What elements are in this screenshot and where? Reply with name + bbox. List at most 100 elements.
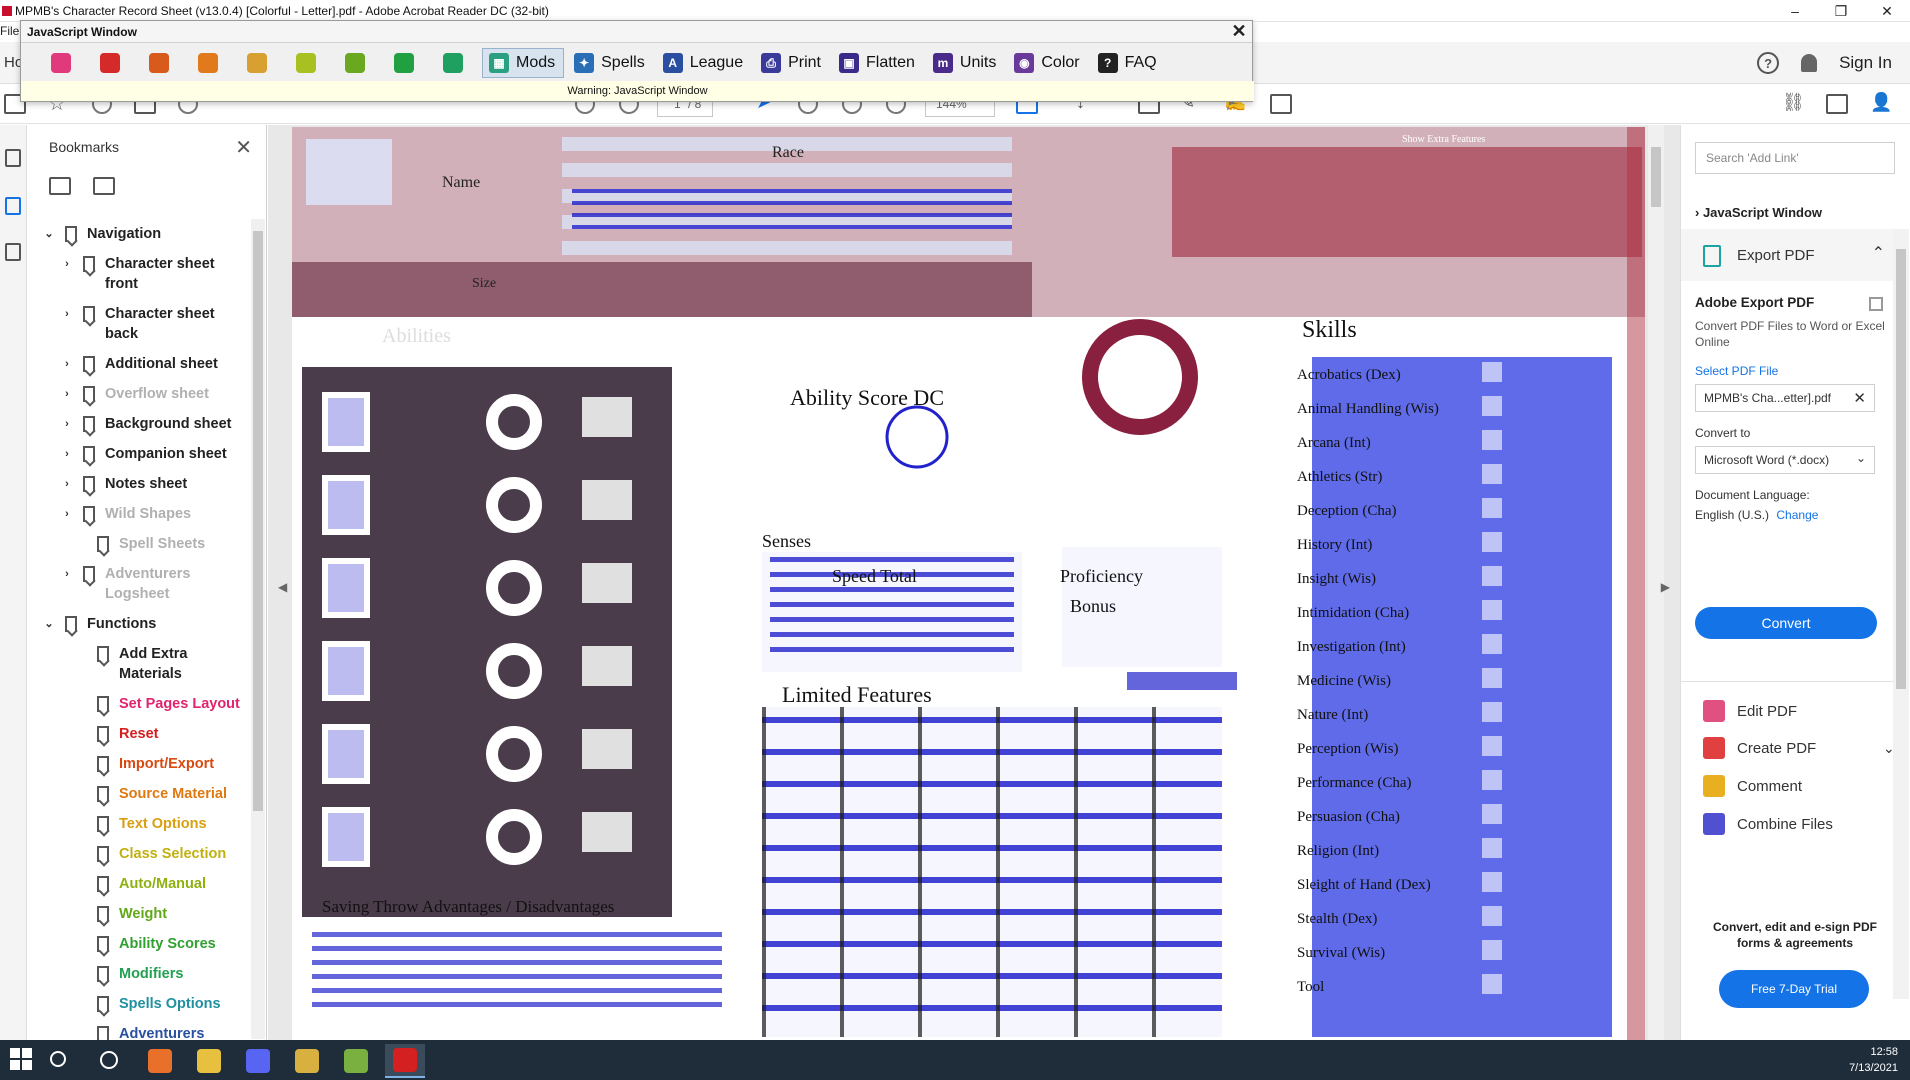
collapse-right-panel-icon[interactable]: ▶	[1661, 580, 1670, 594]
bookmark-background-sheet[interactable]: › Background sheet	[27, 409, 249, 439]
tool-combine-files[interactable]: Combine Files	[1703, 813, 1833, 835]
fill-sign-icon[interactable]	[1270, 94, 1292, 114]
menu-file[interactable]: File	[0, 24, 19, 38]
chevron-right-icon[interactable]: ›	[59, 384, 75, 404]
abc-button[interactable]	[237, 48, 277, 78]
bookmark-character-sheet-back[interactable]: › Character sheet back	[27, 299, 249, 349]
scale-button[interactable]	[384, 48, 424, 78]
bookmark-add-extra-materials[interactable]: ›Add Extra Materials	[27, 639, 249, 689]
tool-edit-pdf[interactable]: Edit PDF	[1703, 700, 1797, 722]
javascript-window-link[interactable]: › JavaScript Window	[1695, 205, 1822, 220]
chevron-down-icon[interactable]: ⌄	[41, 614, 57, 634]
export-pdf-header[interactable]: Export PDF ⌃	[1681, 229, 1893, 281]
javascript-window-close-button[interactable]: ✕	[1230, 22, 1248, 40]
new-bookmark-icon[interactable]	[93, 177, 115, 195]
close-window-button[interactable]: ✕	[1864, 0, 1910, 22]
taskbar-notepad-plus-button[interactable]	[336, 1044, 376, 1078]
bookmark-overflow-sheet[interactable]: › Overflow sheet	[27, 379, 249, 409]
windows-start-icon[interactable]	[10, 1048, 34, 1072]
mods-button[interactable]: ▦ Mods	[482, 48, 565, 78]
faq-button[interactable]: ? FAQ	[1092, 48, 1165, 78]
collapse-left-panel-icon[interactable]: ◀	[278, 580, 287, 594]
bookmark-source-material[interactable]: ›Source Material	[27, 779, 249, 809]
minimize-button[interactable]: –	[1772, 0, 1818, 22]
free-trial-button[interactable]: Free 7-Day Trial	[1719, 970, 1869, 1008]
taskbar-firefox-button[interactable]	[140, 1044, 180, 1078]
bookmarks-scroll-thumb[interactable]	[253, 231, 263, 811]
bell-icon[interactable]	[1801, 54, 1818, 72]
bookmark-reset[interactable]: ›Reset	[27, 719, 249, 749]
change-language-link[interactable]: Change	[1776, 508, 1818, 522]
bookmark-notes-sheet[interactable]: › Notes sheet	[27, 469, 249, 499]
ruler-button[interactable]	[335, 48, 375, 78]
right-panel-scroll-thumb[interactable]	[1896, 249, 1906, 689]
selected-file-field[interactable]: MPMB's Cha...etter].pdf ✕	[1695, 384, 1875, 412]
league-button[interactable]: A League	[657, 48, 751, 78]
sun-button[interactable]	[286, 48, 326, 78]
taskbar-discord-button[interactable]	[238, 1044, 278, 1078]
pdf-page[interactable]: Name Race Size Abilities Skills Ability Score…	[292, 127, 1645, 1040]
taskbar-app-yellow-button[interactable]	[287, 1044, 327, 1078]
bookmark-additional-sheet[interactable]: › Additional sheet	[27, 349, 249, 379]
copy-icon[interactable]	[1869, 297, 1883, 311]
bookmark-import-export[interactable]: ›Import/Export	[27, 749, 249, 779]
bookmarks-scrollbar[interactable]	[251, 219, 265, 1039]
bookmark-set-pages-layout[interactable]: ›Set Pages Layout	[27, 689, 249, 719]
bookmark-auto-manual[interactable]: ›Auto/Manual	[27, 869, 249, 899]
document-scroll-thumb[interactable]	[1651, 147, 1661, 207]
chevron-right-icon[interactable]: ›	[59, 564, 75, 584]
javascript-window-titlebar[interactable]: JavaScript Window ✕	[21, 21, 1252, 43]
atom-button[interactable]	[433, 48, 473, 78]
chevron-right-icon[interactable]: ›	[59, 304, 75, 324]
chevron-right-icon[interactable]: ›	[59, 254, 75, 274]
bookmark-character-sheet-front[interactable]: › Character sheet front	[27, 249, 249, 299]
help-icon[interactable]: ?	[1757, 52, 1780, 74]
bookmark-ability-scores[interactable]: ›Ability Scores	[27, 929, 249, 959]
bookmark-navigation[interactable]: ⌄ Navigation	[27, 219, 249, 249]
bookmark-adventurers-logsheet[interactable]: › Adventurers Logsheet	[27, 559, 249, 609]
chevron-down-icon[interactable]: ⌄	[41, 224, 57, 244]
tool-comment[interactable]: Comment	[1703, 775, 1802, 797]
power-button[interactable]	[90, 48, 130, 78]
chevron-right-icon[interactable]: ›	[59, 354, 75, 374]
bookmark-companion-sheet[interactable]: › Companion sheet	[27, 439, 249, 469]
attachments-icon[interactable]	[5, 243, 21, 261]
flatten-button[interactable]: ▣ Flatten	[833, 48, 923, 78]
bookmark-text-options[interactable]: ›Text Options	[27, 809, 249, 839]
link-icon[interactable]: ⛓	[1782, 92, 1805, 112]
taskbar-file-explorer-button[interactable]	[189, 1044, 229, 1078]
clear-file-icon[interactable]: ✕	[1853, 389, 1866, 407]
chevron-right-icon[interactable]: ›	[59, 474, 75, 494]
units-button[interactable]: m Units	[927, 48, 1004, 78]
tool-create-pdf[interactable]: Create PDF ⌄	[1703, 737, 1895, 759]
task-view-icon[interactable]	[100, 1051, 118, 1069]
bookmark-wild-shapes[interactable]: › Wild Shapes	[27, 499, 249, 529]
taskbar-search-icon[interactable]	[50, 1051, 66, 1067]
spells-button[interactable]: ✦ Spells	[568, 48, 653, 78]
pages-icon[interactable]	[5, 149, 21, 167]
convert-to-select[interactable]: Microsoft Word (*.docx) ⌄	[1695, 446, 1875, 474]
add-user-icon[interactable]: 👤	[1870, 92, 1892, 112]
color-button[interactable]: ◉ Color	[1008, 48, 1087, 78]
chevron-right-icon[interactable]: ›	[59, 444, 75, 464]
convert-button[interactable]: Convert	[1695, 607, 1877, 639]
email-icon[interactable]	[1826, 94, 1848, 114]
chevron-up-icon[interactable]: ⌃	[1872, 243, 1885, 263]
sign-in-link[interactable]: Sign In	[1839, 53, 1892, 73]
bookmark-class-selection[interactable]: ›Class Selection	[27, 839, 249, 869]
chevron-right-icon[interactable]: ›	[59, 504, 75, 524]
bookmark-spells-options[interactable]: ›Spells Options	[27, 989, 249, 1019]
bookmark-options-icon[interactable]	[49, 177, 71, 195]
print-button[interactable]: ⎙ Print	[755, 48, 829, 78]
bookmark-weight[interactable]: ›Weight	[27, 899, 249, 929]
taskbar-acrobat-button[interactable]	[385, 1044, 425, 1078]
import-button[interactable]	[139, 48, 179, 78]
bookmark-modifiers[interactable]: ›Modifiers	[27, 959, 249, 989]
clock[interactable]: 12:58 7/13/2021	[1849, 1044, 1898, 1076]
maximize-button[interactable]: ❐	[1818, 0, 1864, 22]
bookmark-spell-sheets[interactable]: ›Spell Sheets	[27, 529, 249, 559]
tools-search-input[interactable]: Search 'Add Link'	[1695, 142, 1895, 174]
bookmarks-icon[interactable]	[5, 197, 21, 215]
select-pdf-link[interactable]: Select PDF File	[1695, 364, 1885, 378]
book-button[interactable]	[188, 48, 228, 78]
